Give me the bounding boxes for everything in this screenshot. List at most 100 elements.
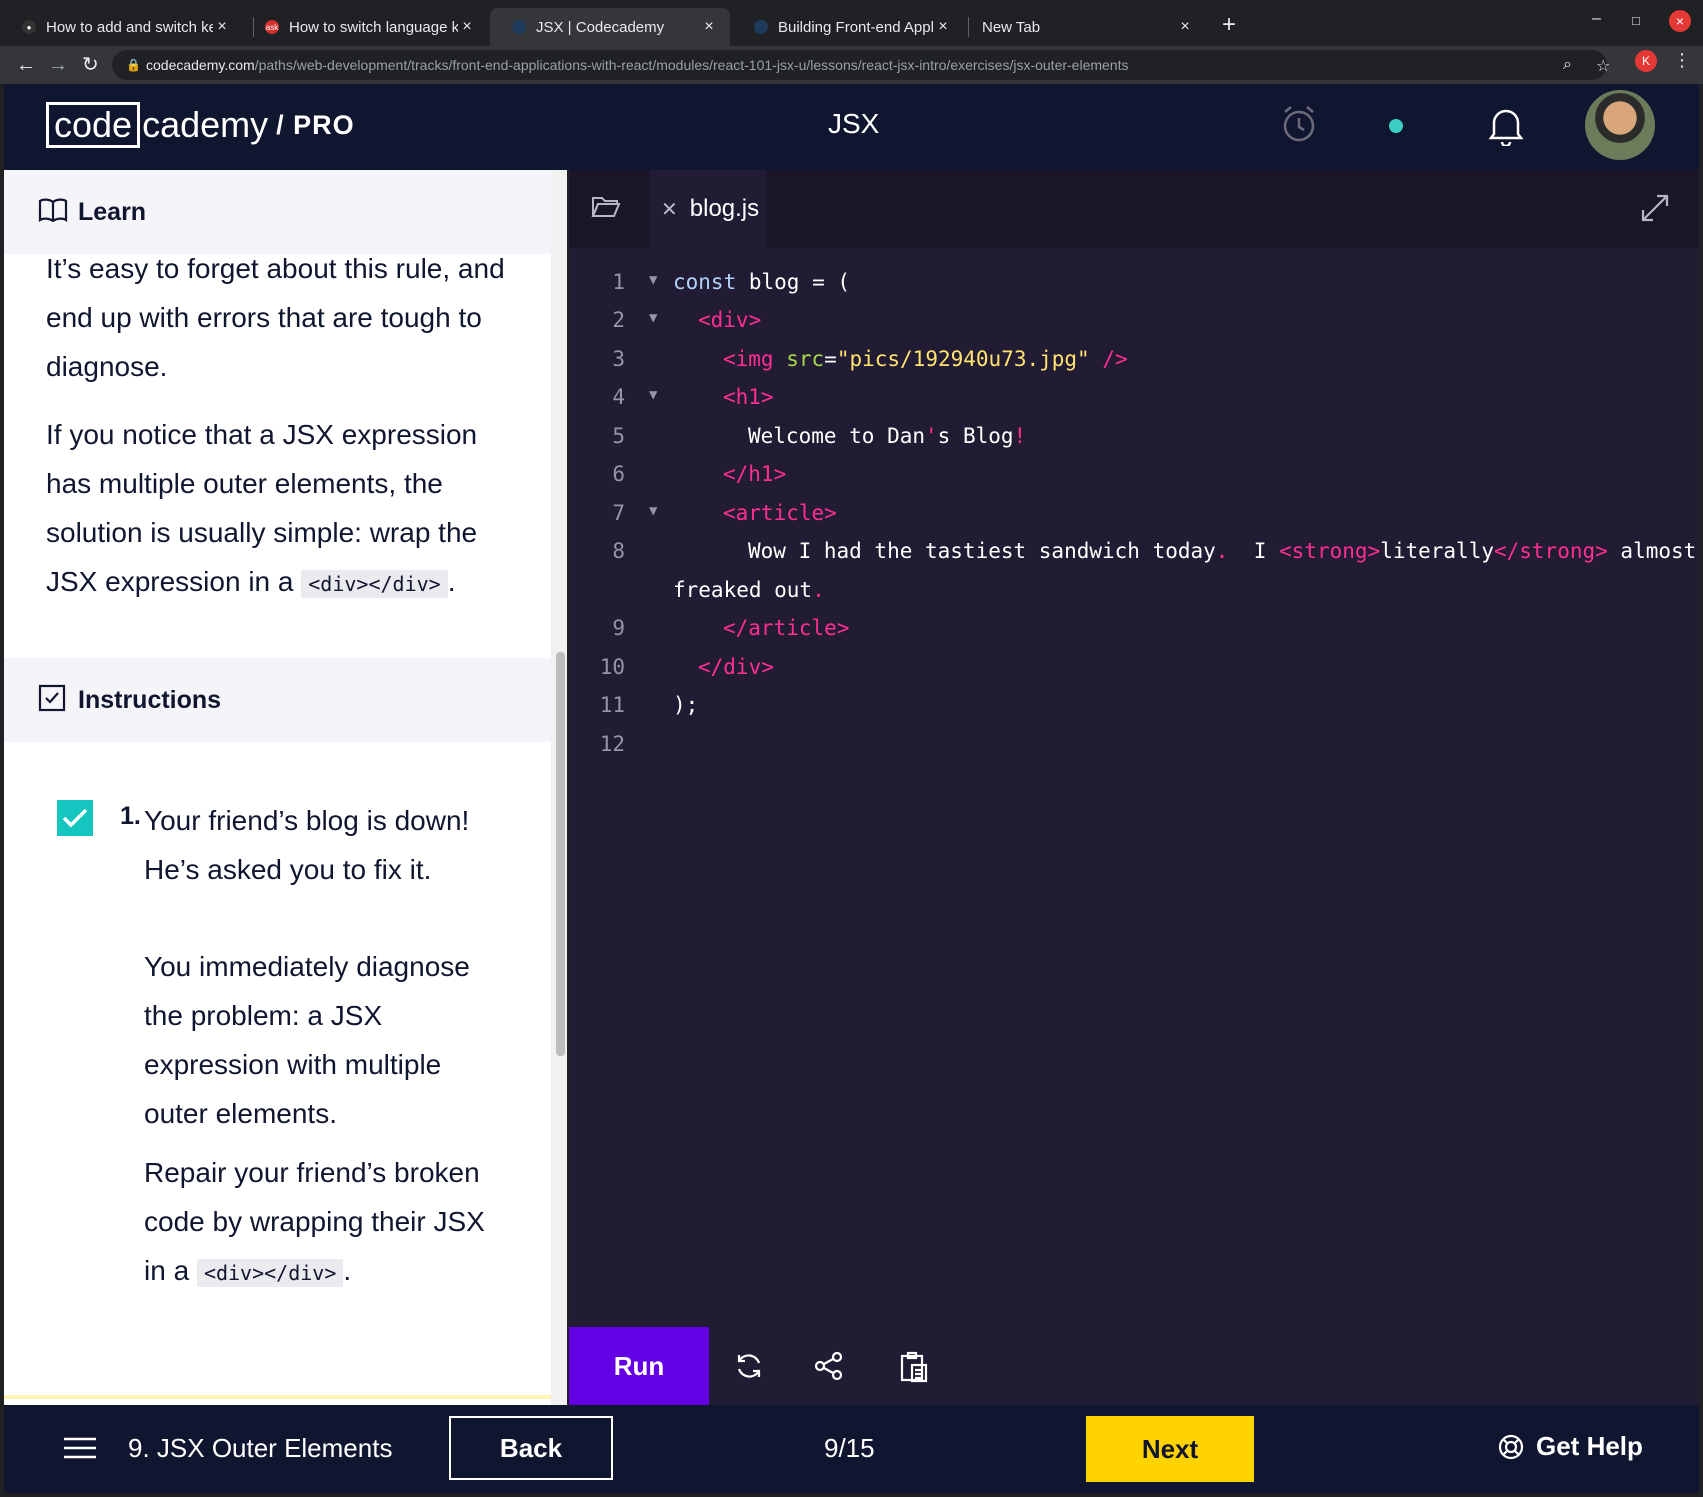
code-line: <article> [723,501,837,525]
lesson-scrollbar-thumb[interactable] [556,652,565,1056]
line-number: 8 [612,539,625,563]
line-number: 12 [599,732,625,756]
codecademy-header: code cademy / PRO JSX [4,84,1699,170]
line-number: 7 [612,501,625,525]
checkbox-icon [38,684,70,717]
minimize-icon[interactable]: – [1592,10,1601,28]
browser-tab-bar: ● How to add and switch ke × ask How to … [0,0,1703,46]
close-tab-icon[interactable]: × [1176,18,1194,36]
menu-icon[interactable] [64,1437,96,1464]
line-number: 1 [612,270,625,294]
folder-icon[interactable] [591,194,621,225]
lesson-panel: Learn It’s easy to forget about this rul… [4,170,554,1405]
next-button[interactable]: Next [1086,1416,1254,1482]
run-button[interactable]: Run [569,1327,709,1405]
page-title: JSX [828,108,880,139]
step-number: 1. [120,802,141,830]
line-number: 2 [612,308,625,332]
editor-tab-bar-right [1617,170,1699,248]
line-number: 3 [612,347,625,371]
browser-tab[interactable]: Building Front-end Applic × [732,8,964,46]
browser-tab[interactable]: ask How to switch language k × [243,8,488,46]
clipboard-icon[interactable] [899,1351,929,1388]
inline-code: <div></div> [196,1259,344,1287]
file-tab-blog-js[interactable]: ✕ blog.js [649,170,767,248]
code-line: </div> [698,655,774,679]
instructions-section-header[interactable]: Instructions [4,658,554,742]
get-help-button[interactable]: Get Help [1498,1431,1643,1462]
reload-icon[interactable]: ↻ [82,52,99,78]
lesson-footer: 9. JSX Outer Elements Back 9/15 Next Get… [4,1405,1699,1493]
line-number: 9 [612,616,625,640]
lesson-title[interactable]: 9. JSX Outer Elements [128,1433,392,1464]
reset-icon[interactable] [734,1351,764,1386]
back-arrow-icon[interactable]: ← [16,52,36,78]
line-number: 4 [612,385,625,409]
browser-tab[interactable]: New Tab × [960,8,1206,46]
code-line: </h1> [723,462,787,486]
run-toolbar: Run [569,1327,1699,1405]
code-line: </article> [723,616,850,640]
codecademy-logo[interactable]: code cademy / PRO [46,102,355,148]
forward-arrow-icon[interactable]: → [48,52,68,78]
maximize-icon[interactable]: □ [1632,13,1640,28]
exercise-progress: 9/15 [824,1433,875,1463]
fold-arrow-icon[interactable]: ▼ [649,310,657,326]
code-line: const blog = ( [673,270,851,294]
bookmark-star-icon[interactable]: ☆ [1596,56,1610,76]
editor-tab-bar: ✕ blog.js [569,170,1699,248]
askubuntu-icon: ask [265,20,279,34]
code-line: <img src="pics/192940u73.jpg" /> [723,347,1128,371]
codecademy-icon [512,20,526,34]
progress-indicator-line [4,1395,551,1399]
browser-tab[interactable]: ● How to add and switch ke × [0,8,243,46]
close-tab-icon[interactable]: × [934,18,952,36]
line-number: 11 [599,693,625,717]
browser-tab-active[interactable]: JSX | Codecademy × [490,8,730,46]
close-tab-icon[interactable]: × [213,18,231,36]
code-line: ); [673,693,699,717]
ubuntu-icon: ● [22,20,36,34]
lock-icon: 🔒 [126,58,141,72]
line-number: 5 [612,424,625,448]
zoom-icon[interactable]: ⌕ [1563,56,1572,74]
book-icon [38,198,70,227]
codecademy-icon [754,20,768,34]
code-line: Welcome to Dan's Blog! [748,424,1027,448]
lifebuoy-icon [1498,1434,1524,1459]
share-icon[interactable] [814,1351,844,1386]
close-tab-icon[interactable]: × [700,18,718,36]
close-tab-icon[interactable]: × [458,18,476,36]
code-line: Wow I had the tastiest sandwich today. I… [748,539,1697,563]
checkmark-icon [62,808,88,828]
code-line-wrapped: freaked out. [673,578,825,602]
alarm-clock-icon[interactable] [1280,104,1318,149]
back-button[interactable]: Back [449,1416,613,1480]
fold-arrow-icon[interactable]: ▼ [649,272,657,288]
fold-arrow-icon[interactable]: ▼ [649,387,657,403]
line-number: 6 [612,462,625,486]
instruction-text: Repair your friend’s broken code by wrap… [144,1157,485,1287]
line-number: 10 [599,655,625,679]
address-bar-row: ← → ↻ 🔒 codecademy.com/paths/web-develop… [0,46,1703,84]
window-close-icon[interactable]: × [1669,10,1691,32]
user-avatar[interactable] [1585,90,1655,160]
inline-code: <div></div> [301,570,448,598]
new-tab-button[interactable]: + [1222,11,1236,39]
close-file-icon[interactable]: ✕ [661,197,678,222]
code-line: <div> [698,308,762,332]
instruction-text: You immediately diagnose the problem: a … [144,951,470,1129]
url-field[interactable]: 🔒 codecademy.com/paths/web-development/t… [112,50,1607,80]
learn-paragraph: If you notice that a JSX expression has … [46,419,478,598]
profile-avatar[interactable]: K [1635,50,1657,72]
expand-icon[interactable] [1639,192,1671,229]
fold-arrow-icon[interactable]: ▼ [649,503,657,519]
instruction-text: Your friend’s blog is down! He’s asked y… [144,805,470,885]
status-dot [1389,119,1403,133]
code-line: <h1> [723,385,774,409]
task-complete-checkbox[interactable] [57,800,93,836]
bell-icon[interactable] [1488,104,1524,151]
code-editor[interactable]: ✕ blog.js 1 2 3 4 5 6 7 8 9 10 11 12 ▼ ▼… [569,170,1699,1405]
browser-menu-icon[interactable]: ⋮ [1673,50,1691,71]
learn-section-header[interactable]: Learn [4,170,554,254]
